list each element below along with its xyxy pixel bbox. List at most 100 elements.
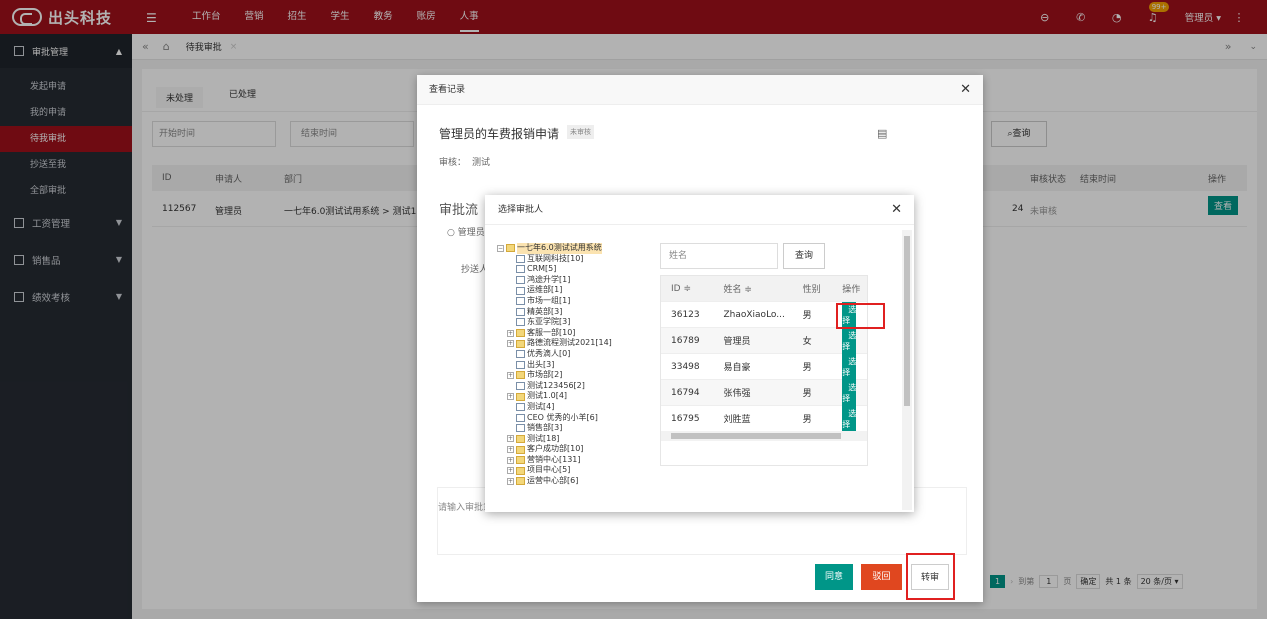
tree-node[interactable]: + 测试1.0[4]: [495, 391, 645, 402]
approver-action: 选择: [832, 405, 867, 432]
folder-icon: [516, 392, 525, 401]
approver-query-button[interactable]: 查询: [783, 243, 825, 269]
h-scrollbar[interactable]: [661, 431, 867, 441]
folder-icon: [516, 477, 525, 486]
tree-label: 测试1.0[4]: [527, 391, 568, 401]
expand-icon[interactable]: +: [507, 435, 514, 443]
audit-label: 审核：: [439, 158, 467, 168]
agree-button[interactable]: 同意: [815, 564, 853, 590]
approver-col-1[interactable]: 姓名 ≑: [713, 282, 792, 295]
approver-cell: 16795: [671, 413, 700, 424]
tree-node[interactable]: CRM[5]: [495, 264, 645, 275]
reject-button[interactable]: 驳回: [861, 564, 902, 590]
folder-icon: [516, 339, 525, 348]
tree-node[interactable]: 市场一组[1]: [495, 296, 645, 307]
tree-node[interactable]: 测试[4]: [495, 402, 645, 413]
folder-icon: [516, 434, 525, 443]
file-icon: [516, 307, 525, 316]
approver-cell: 16794: [671, 387, 700, 398]
tree-node[interactable]: 销售部[3]: [495, 423, 645, 434]
approver-col-0[interactable]: ID ≑: [661, 284, 713, 294]
tree-node[interactable]: 运维部[1]: [495, 285, 645, 296]
approver-cell: 男: [802, 389, 812, 399]
file-icon: [516, 403, 525, 412]
flow-node: ○ 管理员: [447, 228, 485, 238]
close-icon[interactable]: ✕: [891, 202, 902, 217]
expand-icon[interactable]: +: [507, 329, 514, 337]
approver-cell: 刘胜蓝: [723, 415, 751, 425]
approver-cell: ZhaoXiaoLo...: [723, 309, 785, 320]
folder-icon: [506, 244, 515, 253]
tree-node[interactable]: 测试123456[2]: [495, 381, 645, 392]
highlight-transfer: [906, 553, 955, 600]
tree-label: 市场部[2]: [527, 370, 563, 380]
status-badge: 未审核: [567, 125, 594, 139]
print-icon[interactable]: ▤: [877, 127, 887, 140]
tree-label: 测试[18]: [527, 433, 560, 443]
tree-label: 测试[4]: [527, 401, 555, 411]
tree-node[interactable]: 东亚学院[3]: [495, 317, 645, 328]
expand-icon[interactable]: +: [507, 456, 514, 464]
approver-col-2[interactable]: 性别: [793, 282, 833, 295]
tree-node[interactable]: + 营销中心[131]: [495, 455, 645, 466]
close-icon[interactable]: ✕: [960, 82, 971, 97]
select-button[interactable]: 选择: [842, 327, 857, 354]
approver-cell: 管理员: [723, 337, 751, 347]
select-button[interactable]: 选择: [842, 353, 857, 380]
cc-label: 抄送人: [461, 265, 489, 275]
file-icon: [516, 382, 525, 391]
tree-node[interactable]: + 运营中心部[6]: [495, 476, 645, 487]
tree-node[interactable]: 鸿途升学[1]: [495, 275, 645, 286]
select-approver-modal: 选择审批人 ✕ − 一七年6.0测试试用系统 互联网科技[10] CRM[5] 鸿途升学…: [485, 195, 914, 512]
file-icon: [516, 297, 525, 306]
audit-value: 测试: [472, 158, 491, 168]
expand-icon[interactable]: +: [507, 340, 514, 348]
tree-label: 市场一组[1]: [527, 295, 571, 305]
expand-icon[interactable]: +: [507, 467, 514, 475]
modal-title: 选择审批人: [485, 195, 914, 225]
tree-node[interactable]: 出头[3]: [495, 360, 645, 371]
tree-node[interactable]: 互联网科技[10]: [495, 254, 645, 265]
expand-icon[interactable]: +: [507, 393, 514, 401]
approver-col-3[interactable]: 操作: [832, 282, 867, 295]
approver-action: 选择: [832, 353, 867, 380]
select-button[interactable]: 选择: [842, 379, 857, 406]
highlight-select: [836, 303, 885, 329]
tree-node[interactable]: + 测试[18]: [495, 434, 645, 445]
tree-node[interactable]: − 一七年6.0测试试用系统: [495, 243, 645, 254]
collapse-icon[interactable]: −: [497, 244, 504, 252]
folder-icon: [516, 329, 525, 338]
approver-cell: 易自豪: [723, 363, 751, 373]
expand-icon[interactable]: +: [507, 446, 514, 454]
folder-icon: [516, 445, 525, 454]
name-search-input[interactable]: 姓名: [660, 243, 778, 269]
tree-node[interactable]: 优秀滴人[0]: [495, 349, 645, 360]
tree-label: 出头[3]: [527, 359, 555, 369]
file-icon: [516, 286, 525, 295]
tree-label: 精英部[3]: [527, 306, 563, 316]
approver-row: 16789 管理员 女 选择: [661, 327, 867, 354]
tree-node[interactable]: 精英部[3]: [495, 307, 645, 318]
expand-icon[interactable]: +: [507, 371, 514, 379]
tree-label: 一七年6.0测试试用系统: [517, 243, 602, 254]
tree-label: 客户成功部[10]: [527, 444, 584, 454]
select-button[interactable]: 选择: [842, 405, 857, 432]
tree-node[interactable]: + 市场部[2]: [495, 370, 645, 381]
expand-icon[interactable]: +: [507, 477, 514, 485]
tree-label: CRM[5]: [527, 264, 557, 274]
tree-node[interactable]: + 客服一部[10]: [495, 328, 645, 339]
tree-node[interactable]: + 路德流程测试2021[14]: [495, 338, 645, 349]
tree-node[interactable]: + 项目中心[5]: [495, 465, 645, 476]
request-heading: 管理员的车费报销申请: [439, 127, 560, 141]
file-icon: [516, 424, 525, 433]
file-icon: [516, 276, 525, 285]
v-scrollbar[interactable]: [902, 230, 912, 510]
approver-row: 16795 刘胜蓝 男 选择: [661, 405, 867, 432]
file-icon: [516, 350, 525, 359]
approver-row: 16794 张伟强 男 选择: [661, 379, 867, 406]
file-icon: [516, 265, 525, 274]
department-tree[interactable]: − 一七年6.0测试试用系统 互联网科技[10] CRM[5] 鸿途升学[1] 运维部[1…: [495, 243, 645, 509]
approver-cell: 张伟强: [723, 389, 751, 399]
tree-node[interactable]: CEO 优秀的小羊[6]: [495, 413, 645, 424]
tree-node[interactable]: + 客户成功部[10]: [495, 444, 645, 455]
